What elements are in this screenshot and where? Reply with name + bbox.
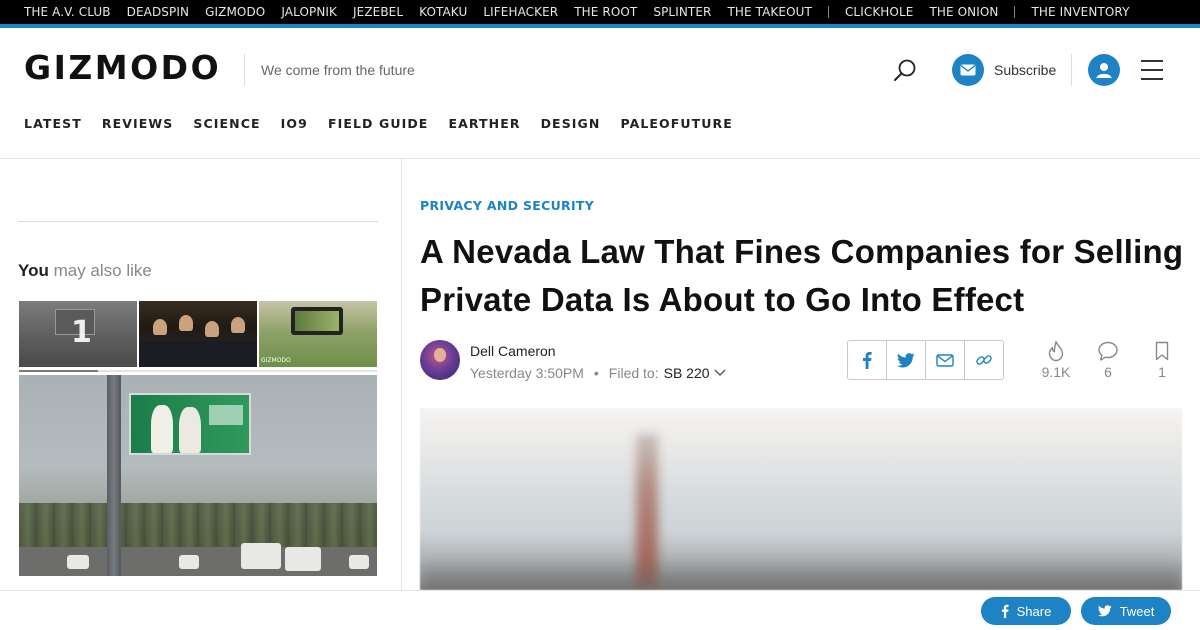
network-link[interactable]: GIZMODO — [205, 5, 265, 19]
search-button[interactable] — [892, 58, 918, 84]
column-divider — [401, 159, 402, 590]
views-stat[interactable]: 9.1K — [1036, 340, 1076, 380]
bookmark-icon — [1155, 341, 1169, 361]
header-divider — [1071, 54, 1072, 86]
main-nav: LATEST REVIEWS SCIENCE IO9 FIELD GUIDE EARTHE… — [24, 116, 753, 131]
network-link[interactable]: SPLINTER — [653, 5, 711, 19]
main-nav-item[interactable]: PALEOFUTURE — [620, 116, 732, 131]
network-link[interactable]: THE TAKEOUT — [727, 5, 811, 19]
user-icon — [1096, 63, 1112, 78]
saves-count: 1 — [1158, 364, 1166, 380]
you-may-also-like-heading: You may also like — [18, 261, 152, 280]
subscribe-button[interactable]: Subscribe — [952, 54, 1056, 86]
meta-separator: • — [593, 365, 599, 381]
subscribe-label: Subscribe — [994, 62, 1057, 78]
share-email-button[interactable] — [926, 341, 965, 379]
header-border — [0, 158, 1200, 159]
twitter-icon — [1097, 605, 1112, 617]
network-link[interactable]: LIFEHACKER — [483, 5, 558, 19]
network-separator — [1014, 6, 1016, 18]
article-headline: A Nevada Law That Fines Companies for Se… — [420, 233, 1184, 318]
network-link[interactable]: THE ROOT — [574, 5, 637, 19]
carousel-progress — [19, 370, 377, 372]
filed-to-tag-dropdown[interactable]: SB 220 — [664, 365, 727, 381]
share-buttons — [847, 340, 1004, 380]
filed-to-label: Filed to: — [608, 365, 659, 381]
main-nav-item[interactable]: FIELD GUIDE — [328, 116, 429, 131]
flame-icon — [1048, 340, 1064, 362]
user-account-button[interactable] — [1088, 54, 1120, 86]
facebook-share-button[interactable]: Share — [981, 597, 1071, 625]
related-feature-image[interactable] — [19, 375, 377, 576]
article-category[interactable]: PRIVACY AND SECURITY — [420, 198, 594, 213]
network-link[interactable]: DEADSPIN — [127, 5, 189, 19]
comments-stat[interactable]: 6 — [1088, 340, 1128, 380]
comment-bubble-icon — [1098, 341, 1118, 361]
site-tagline: We come from the future — [261, 62, 415, 78]
share-label: Share — [1016, 603, 1052, 619]
logo-divider — [244, 54, 245, 86]
network-link[interactable]: THE ONION — [929, 5, 998, 19]
related-thumb-2[interactable] — [139, 301, 257, 367]
site-logo[interactable]: GIZMODO — [24, 51, 221, 84]
copy-link-button[interactable] — [965, 341, 1003, 379]
carousel-progress-fill — [19, 370, 98, 372]
share-facebook-button[interactable] — [848, 341, 887, 379]
network-bar: THE A.V. CLUB DEADSPIN GIZMODO JALOPNIK JEZE… — [0, 0, 1200, 24]
author-name[interactable]: Dell Cameron — [470, 343, 556, 359]
slide-number: 1 — [71, 315, 92, 350]
facebook-icon — [1001, 604, 1009, 618]
twitter-icon — [897, 352, 915, 367]
tweet-label: Tweet — [1119, 603, 1155, 619]
network-link[interactable]: THE INVENTORY — [1031, 5, 1129, 19]
article-meta: Yesterday 3:50PM • Filed to: SB 220 — [470, 365, 727, 381]
email-icon — [936, 353, 954, 367]
link-icon — [976, 355, 992, 365]
main-nav-item[interactable]: SCIENCE — [193, 116, 260, 131]
search-icon — [894, 59, 916, 81]
sidebar-divider — [18, 221, 378, 222]
network-link[interactable]: JEZEBEL — [353, 5, 403, 19]
network-separator — [827, 6, 829, 18]
bookmark-stat[interactable]: 1 — [1142, 340, 1182, 380]
main-nav-item[interactable]: DESIGN — [541, 116, 601, 131]
main-nav-item[interactable]: LATEST — [24, 116, 82, 131]
network-link[interactable]: KOTAKU — [419, 5, 467, 19]
network-bar-accent — [0, 24, 1200, 28]
article-hero-image — [420, 408, 1182, 590]
sticky-share-bar: Share Tweet — [0, 590, 1200, 630]
network-link[interactable]: THE A.V. CLUB — [24, 5, 111, 19]
main-nav-item[interactable]: EARTHER — [448, 116, 520, 131]
facebook-icon — [863, 352, 872, 369]
related-thumb-3[interactable]: GIZMODO — [259, 301, 377, 367]
comments-count: 6 — [1104, 364, 1112, 380]
main-nav-item[interactable]: IO9 — [281, 116, 308, 131]
network-link[interactable]: CLICKHOLE — [845, 5, 914, 19]
envelope-icon — [952, 54, 984, 86]
share-twitter-button[interactable] — [887, 341, 926, 379]
main-nav-item[interactable]: REVIEWS — [102, 116, 174, 131]
related-thumb-1[interactable]: 1 — [19, 301, 137, 367]
chevron-down-icon — [714, 369, 726, 376]
timestamp: Yesterday 3:50PM — [470, 365, 584, 381]
views-count: 9.1K — [1041, 364, 1071, 380]
filed-to-tag: SB 220 — [663, 365, 710, 381]
tweet-button[interactable]: Tweet — [1081, 597, 1171, 625]
network-link[interactable]: JALOPNIK — [281, 5, 337, 19]
network-links: THE A.V. CLUB DEADSPIN GIZMODO JALOPNIK JEZE… — [24, 0, 1146, 24]
hamburger-menu-icon[interactable] — [1141, 60, 1163, 80]
thumb-caption: GIZMODO — [261, 357, 291, 364]
author-avatar[interactable] — [420, 340, 460, 380]
